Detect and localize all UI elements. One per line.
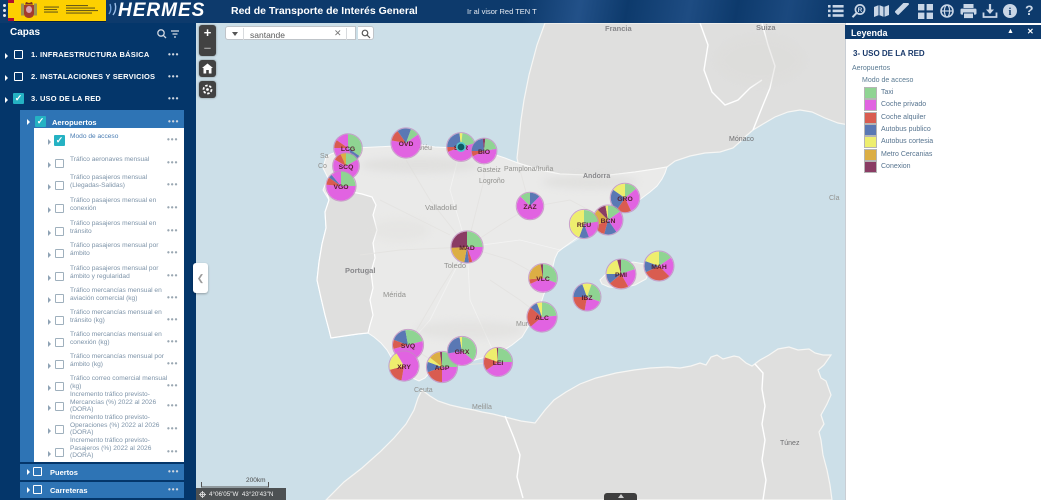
svg-text:Sa: Sa — [320, 153, 329, 160]
svg-text:Mérida: Mérida — [383, 290, 407, 299]
svg-text:OVD: OVD — [399, 141, 414, 148]
svg-text:AGP: AGP — [435, 365, 450, 372]
svg-text:Portugal: Portugal — [345, 266, 375, 275]
svg-text:R: R — [858, 7, 863, 14]
svg-text:Mónaco: Mónaco — [729, 136, 754, 143]
svg-text:Ceuta: Ceuta — [414, 387, 433, 394]
svg-text:MAH: MAH — [651, 264, 667, 271]
svg-text:Pamplona/Iruña: Pamplona/Iruña — [504, 166, 554, 173]
svg-text:Túnez: Túnez — [780, 440, 800, 447]
svg-text:Andorra: Andorra — [583, 173, 610, 180]
svg-text:Melilla: Melilla — [472, 404, 492, 411]
svg-text:VGO: VGO — [333, 184, 348, 191]
svg-text:SCQ: SCQ — [339, 164, 354, 171]
svg-text:GRO: GRO — [617, 196, 632, 203]
svg-text:MAD: MAD — [459, 245, 475, 252]
svg-text:VLC: VLC — [536, 276, 550, 283]
svg-text:Suiza: Suiza — [756, 23, 776, 32]
svg-text:i: i — [1009, 7, 1012, 18]
svg-text:LCG: LCG — [341, 146, 355, 153]
svg-text:ZAZ: ZAZ — [523, 204, 536, 211]
svg-text:BIO: BIO — [478, 149, 490, 156]
svg-text:BCN: BCN — [601, 218, 616, 225]
svg-text:Logroño: Logroño — [479, 178, 505, 185]
svg-text:XRY: XRY — [397, 364, 411, 371]
svg-text:PMI: PMI — [615, 272, 627, 279]
svg-text:SVQ: SVQ — [401, 343, 415, 350]
svg-text:IBZ: IBZ — [582, 295, 593, 302]
svg-text:GRX: GRX — [455, 349, 470, 356]
svg-text:Francia: Francia — [605, 24, 633, 33]
svg-text:Gasteiz: Gasteiz — [477, 167, 501, 174]
svg-text:ALC: ALC — [535, 315, 549, 322]
svg-text:REU: REU — [577, 222, 591, 229]
svg-text:Co: Co — [318, 163, 327, 170]
svg-text:LEI: LEI — [493, 360, 504, 367]
svg-text:Valladolid: Valladolid — [425, 203, 457, 212]
svg-text:Cla: Cla — [829, 195, 840, 202]
